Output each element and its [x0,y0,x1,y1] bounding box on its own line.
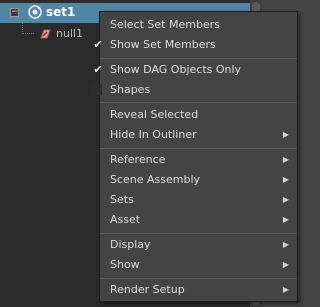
checkmark-icon: ✔ [93,38,103,51]
menu-separator [100,102,297,103]
menu-item-display[interactable]: Display ▶ [100,235,297,255]
menu-item-show[interactable]: Show ▶ [100,255,297,275]
submenu-arrow-icon: ▶ [282,240,289,249]
menu-item-label: Reveal Selected [110,108,199,121]
menu-item-label: Select Set Members [110,18,220,31]
menu-item-reveal-selected[interactable]: Reveal Selected [100,105,297,125]
menu-item-label: Display [110,238,151,251]
menu-separator [100,278,297,279]
submenu-arrow-icon: ▶ [282,215,289,224]
collapse-expander-icon[interactable]: − [10,8,19,17]
menu-item-show-dag-objects-only[interactable]: ✔ Show DAG Objects Only [93,60,297,80]
outliner-context-menu: Select Set Members ✔ Show Set Members ✔ … [91,11,298,302]
menu-item-shapes[interactable]: Shapes [91,80,297,100]
menu-item-show-set-members[interactable]: ✔ Show Set Members [93,35,297,55]
menu-item-label: Render Setup [110,283,185,296]
menu-item-label: Show Set Members [110,38,216,51]
checkmark-icon: ✔ [93,63,103,76]
set-icon [28,5,42,19]
submenu-arrow-icon: ▶ [282,195,289,204]
menu-item-asset[interactable]: Asset ▶ [100,210,297,230]
outliner-item-label[interactable]: set1 [46,5,75,19]
menu-item-label: Shapes [110,83,151,96]
tree-connector-horizontal [22,33,34,35]
menu-item-label: Reference [110,153,166,166]
menu-item-label: Sets [110,193,134,206]
submenu-arrow-icon: ▶ [282,155,289,164]
menu-item-label: Show DAG Objects Only [110,63,242,76]
menu-item-sets[interactable]: Sets ▶ [100,190,297,210]
menu-item-label: Hide In Outliner [110,128,197,141]
submenu-arrow-icon: ▶ [282,175,289,184]
menu-separator [100,233,297,234]
menu-item-label: Show [110,258,140,271]
unchecked-box-icon [91,84,102,95]
outliner-item-label[interactable]: null1 [56,27,83,40]
menu-item-render-setup[interactable]: Render Setup ▶ [100,280,297,300]
menu-item-reference[interactable]: Reference ▶ [100,150,297,170]
menu-item-hide-in-outliner[interactable]: Hide In Outliner ▶ [100,125,297,145]
menu-item-label: Scene Assembly [110,173,201,186]
menu-item-label: Asset [110,213,141,226]
submenu-arrow-icon: ▶ [282,260,289,269]
menu-separator [100,148,297,149]
submenu-arrow-icon: ▶ [282,130,289,139]
menu-item-select-set-members[interactable]: Select Set Members [100,15,297,35]
menu-separator [100,58,297,59]
submenu-arrow-icon: ▶ [282,285,289,294]
menu-item-scene-assembly[interactable]: Scene Assembly ▶ [100,170,297,190]
null-transform-icon [40,29,51,39]
tree-connector-vertical [22,17,24,34]
